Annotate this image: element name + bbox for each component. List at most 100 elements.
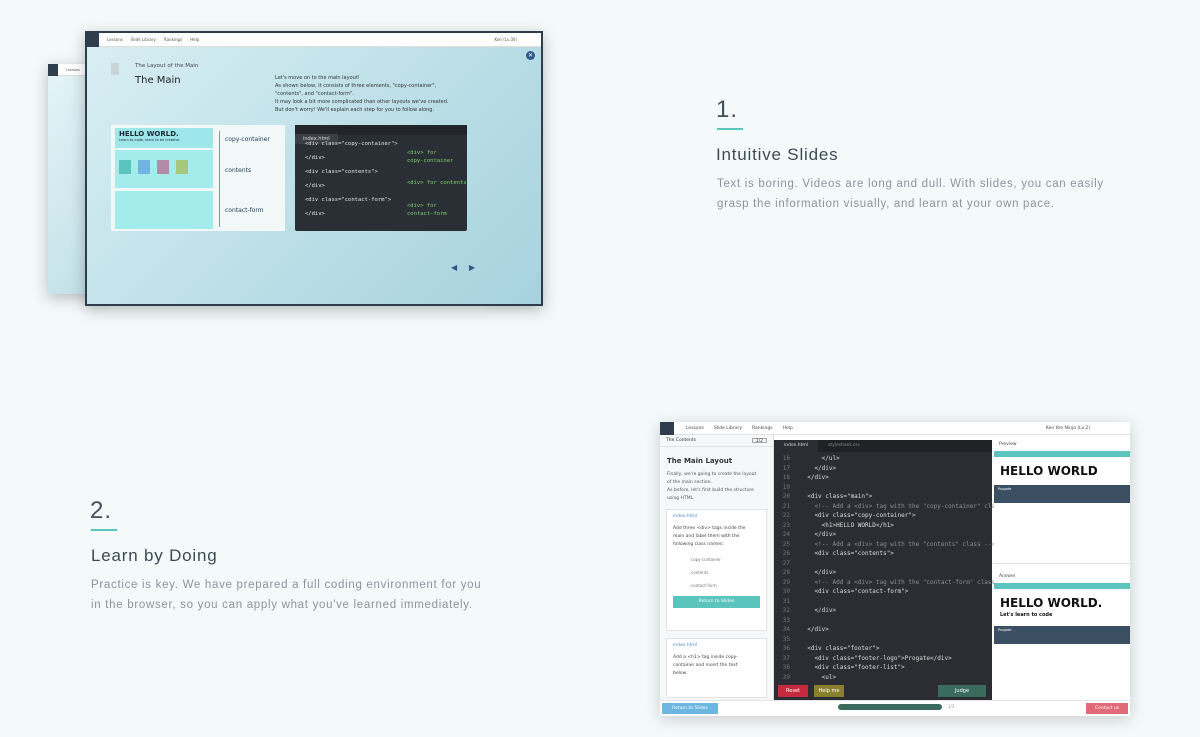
help-me-button[interactable]: Help me [814,685,844,697]
task-card-2: index.html Add a <h1> tag inside copy- c… [666,638,767,698]
code-editor[interactable]: index.html stylesheet.css 16 </ul> 17 </d… [774,440,1003,700]
label-contact-form: contact-form [225,207,264,214]
contact-us-button[interactable]: Contact us [1086,703,1128,714]
slide-code-panel: index.html <div class="copy-container"> … [295,125,467,231]
slide-navbar: Lessons Slide Library Rankings Help Ken … [87,32,541,47]
preview-footer: Progate [994,485,1130,503]
feature-1-divider [717,128,743,130]
code-line[interactable]: 35 [774,635,992,645]
nav-rankings[interactable]: Rankings [752,426,773,431]
reset-button[interactable]: Reset [778,685,808,697]
answer-label: Answer [999,574,1016,579]
editor-mockup: Lessons Slide Library Rankings Help Ken … [660,421,1130,716]
nav-lessons[interactable]: Lessons [107,37,123,42]
user-menu[interactable]: Ken the Ninja (Lv.2) [1046,426,1090,431]
editor-navbar: Lessons Slide Library Rankings Help Ken … [660,421,1130,435]
progress-badge: 1/2 [751,438,767,444]
next-slide-icon[interactable]: ▶ [469,263,475,272]
code-line[interactable]: 21 <!-- Add a <div> tag with the "copy-c… [774,502,1003,512]
editor-bottom-bar: Return to Slides 1/3 Contact us [660,700,1130,716]
editor-tabs: index.html stylesheet.css [774,440,992,452]
instructions-panel: The Contents 1/2 The Main Layout Finally… [660,435,774,700]
code-line[interactable]: 17 </div> [774,464,992,474]
code-line[interactable]: 33 [774,616,992,626]
progate-logo[interactable] [87,32,99,47]
code-line[interactable]: 19 [774,483,992,493]
lesson-title: The Main Layout [667,457,733,465]
label-copy-container: copy-container [225,136,270,143]
nav-slide-library[interactable]: Slide Library [714,426,742,431]
progate-logo[interactable] [660,421,674,435]
slide-content: ✕ The Layout of the Main The Main Let's … [87,47,541,304]
code-line[interactable]: 26 <div class="contents"> [774,549,992,559]
slides-mockup: Lessons Lessons Slide Library Rankings H… [48,31,543,306]
slide-subtitle: The Layout of the Main [135,63,199,69]
code-line[interactable]: 29 <!-- Add a <div> tag with the "contac… [774,578,995,588]
code-line[interactable]: 34 </div> [774,625,992,635]
feature-1-number: 1. [716,96,739,123]
front-slide-window: Lessons Slide Library Rankings Help Ken … [85,31,543,306]
return-to-slides-button[interactable]: Return to Slides [673,596,760,608]
code-line[interactable]: 37 <div class="footer-logo">Progate</div… [774,654,992,664]
nav-slide-library[interactable]: Slide Library [131,37,156,42]
return-slides-bottom-button[interactable]: Return to Slides [662,703,718,714]
answer-subtitle: Let's learn to code [1000,612,1053,618]
feature-2-divider [91,529,117,531]
code-line[interactable]: 39 <ul> [774,673,992,683]
nav-help[interactable]: Help [190,37,199,42]
code-line[interactable]: 18 </div> [774,473,992,483]
code-line[interactable]: 38 <div class="footer-list"> [774,663,992,673]
judge-button[interactable]: Judge [938,685,986,697]
task-class-list: copy-container contents contact-form [691,557,721,588]
feature-1-title: Intuitive Slides [716,145,839,164]
annotation-copy: <div> for copy-container [407,150,454,164]
annotation-contents: <div> for contents [407,180,467,186]
task-text: Add three <div> tags inside the main and… [673,526,746,547]
preview-panel: Preview HELLO WORLD Progate [994,440,1130,564]
diagram-contents [115,150,213,188]
contents-header: The Contents [666,438,697,443]
task2-text: Add a <h1> tag inside copy- container an… [673,655,738,676]
annotation-contact: <div> for contact-form [407,203,447,217]
page-count: 1/3 [948,704,955,709]
code-line[interactable]: 28 </div> [774,568,992,578]
code-line[interactable]: 23 <h1>HELLO WORLD</h1> [774,521,992,531]
code-line[interactable]: 16 </ul> [774,454,992,464]
diagram-copy-container: HELLO WORLD. Learn to code, learn to be … [115,128,213,148]
code-line[interactable]: 31 [774,597,992,607]
feature-1-description: Text is boring. Videos are long and dull… [717,178,1104,210]
task-card-1: index.html Add three <div> tags inside t… [666,509,767,631]
code-line[interactable]: 30 <div class="contact-form"> [774,587,992,597]
code-line[interactable]: 22 <div class="copy-container"> [774,511,992,521]
code-line[interactable]: 24 </div> [774,530,992,540]
feature-2-title: Learn by Doing [91,546,218,565]
nav-help[interactable]: Help [783,426,793,431]
bookmark-icon [111,63,119,75]
progress-bar [838,704,942,710]
preview-hello: HELLO WORLD [1000,464,1098,478]
code-lines[interactable]: 16 </ul> 17 </div> 18 </div> 19 20 <div clas… [774,452,1003,683]
code-line[interactable]: 27 [774,559,992,569]
tab-index-html[interactable]: index.html [774,440,818,452]
lesson-intro: Finally, we're going to create the layou… [667,472,757,501]
slide-body-text: Let's move on to the main layout! As sho… [275,75,449,113]
task2-file-label: index.html [673,643,697,648]
task-file-label: index.html [673,514,697,519]
code-line[interactable]: 25 <!-- Add a <div> tag with the "conten… [774,540,995,550]
feature-2-number: 2. [90,497,113,524]
answer-panel: Answer HELLO WORLD. Let's learn to code … [994,572,1130,700]
code-line[interactable]: 32 </div> [774,606,992,616]
prev-slide-icon[interactable]: ◀ [451,263,457,272]
preview-label: Preview [999,442,1017,447]
code-line[interactable]: 20 <div class="main"> [774,492,992,502]
diagram-contact-form [115,191,213,229]
nav-rankings[interactable]: Rankings [164,37,182,42]
tab-stylesheet-css[interactable]: stylesheet.css [818,440,870,452]
slide-title: The Main [135,75,181,86]
user-menu[interactable]: Ken (Lv.30) [495,37,517,42]
code-line[interactable]: 36 <div class="footer"> [774,644,992,654]
close-icon[interactable]: ✕ [526,51,535,60]
layout-diagram: HELLO WORLD. Learn to code, learn to be … [111,125,285,231]
nav-lessons[interactable]: Lessons [686,426,704,431]
label-contents: contents [225,167,252,174]
